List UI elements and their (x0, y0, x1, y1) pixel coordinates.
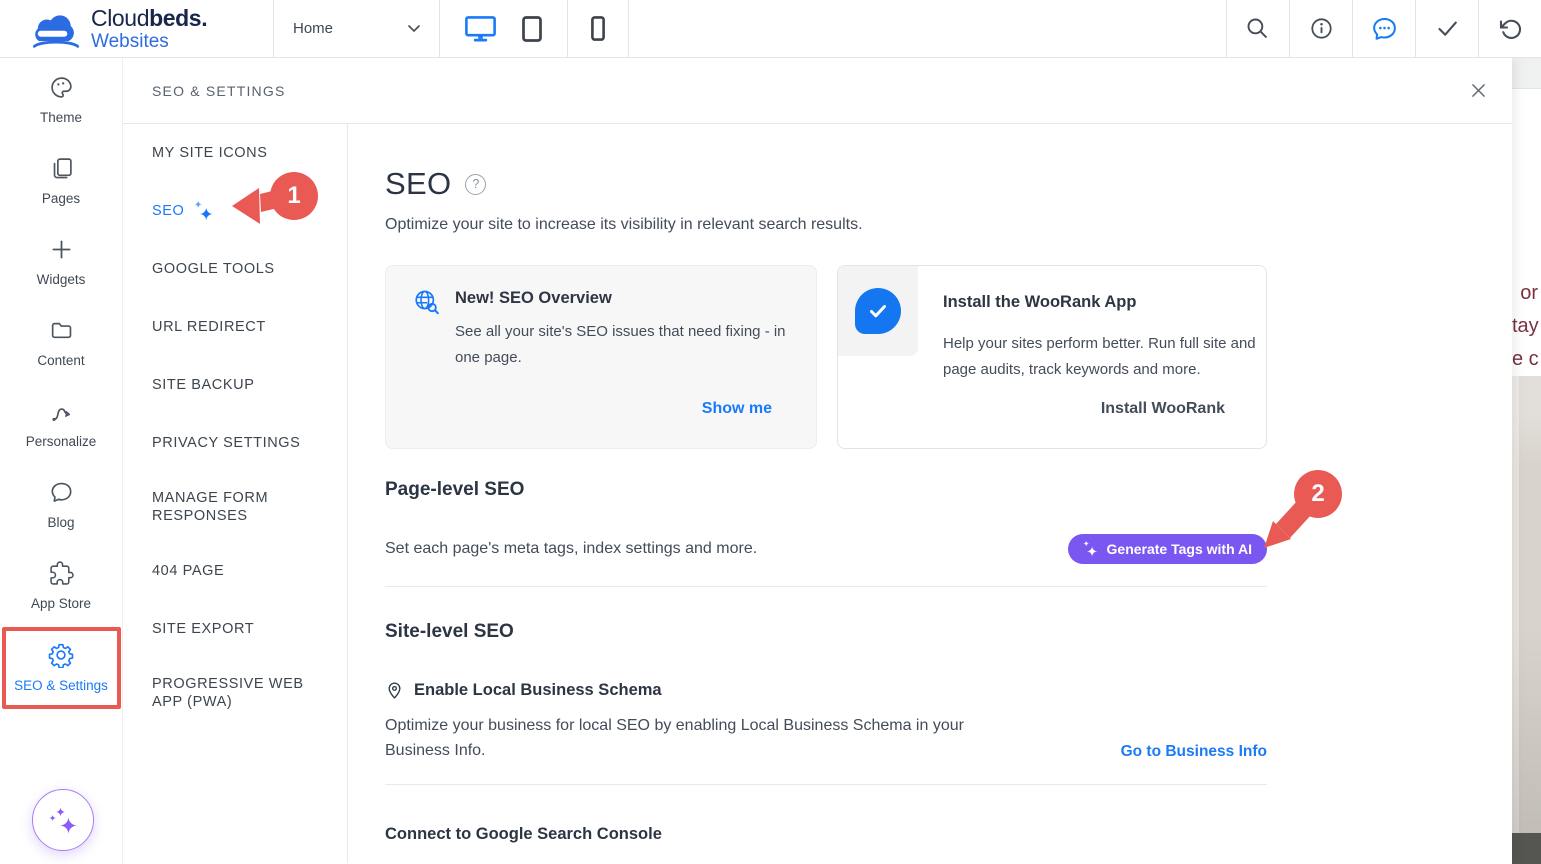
sparkles-icon (48, 805, 78, 835)
ai-assistant-button[interactable] (32, 789, 94, 851)
preview-text-fragment: tay (1512, 310, 1541, 343)
app-root: Cloudbeds. Websites Home (0, 0, 1541, 864)
sidebar-item-seo-settings[interactable]: SEO & Settings (0, 641, 122, 722)
personalize-path-icon (49, 399, 74, 424)
sidebar-item-blog[interactable]: Blog (0, 479, 122, 560)
sidebar-item-app-store[interactable]: App Store (0, 560, 122, 641)
page-subtitle: Optimize your site to increase its visib… (385, 216, 1267, 234)
google-search-console-title: Connect to Google Search Console (385, 825, 1267, 844)
theme-palette-icon (49, 75, 74, 100)
nav-item-404-page[interactable]: 404 PAGE (123, 542, 347, 600)
panel-header: SEO & SETTINGS (123, 58, 1512, 124)
go-to-business-info-link[interactable]: Go to Business Info (1121, 743, 1267, 763)
preview-footer-band (1512, 833, 1541, 864)
info-button[interactable] (1289, 0, 1352, 57)
brand-product: Websites (91, 32, 207, 51)
site-level-seo-title: Site-level SEO (385, 621, 1267, 643)
preview-text-fragment: or (1512, 277, 1541, 310)
woorank-card: Install the WooRank App Help your sites … (837, 265, 1267, 449)
undo-icon (1498, 17, 1522, 41)
app-store-puzzle-icon (49, 561, 74, 586)
show-me-link[interactable]: Show me (702, 400, 772, 418)
blog-bubble-icon (49, 480, 74, 505)
info-icon (1310, 17, 1333, 40)
cloudbeds-cloud-icon (30, 9, 82, 49)
panel-title: SEO & SETTINGS (152, 83, 286, 99)
nav-item-my-site-icons[interactable]: MY SITE ICONS (123, 124, 347, 182)
preview-text-fragment: e c (1512, 343, 1541, 376)
feedback-chat-button[interactable] (1352, 0, 1415, 57)
nav-item-google-tools[interactable]: GOOGLE TOOLS (123, 240, 347, 298)
close-icon (1471, 83, 1486, 98)
page-selector-dropdown[interactable]: Home (274, 0, 440, 57)
gear-icon (48, 642, 74, 668)
save-confirm-button[interactable] (1415, 0, 1478, 57)
divider (385, 784, 1267, 785)
divider (385, 586, 1267, 587)
site-preview-navbar (1512, 58, 1541, 89)
brand-name: Cloudbeds. (91, 7, 207, 30)
nav-item-url-redirect[interactable]: URL REDIRECT (123, 298, 347, 356)
location-pin-icon (385, 681, 404, 700)
check-icon (1436, 17, 1459, 40)
desktop-icon (465, 16, 496, 42)
local-business-schema-description: Optimize your business for local SEO by … (385, 713, 997, 763)
woorank-logo-icon (855, 288, 901, 334)
undo-button[interactable] (1478, 0, 1541, 57)
woorank-logo-tile (838, 266, 918, 356)
editor-sidebar: Theme Pages Widgets Content (0, 58, 123, 864)
tablet-preview-button[interactable] (522, 16, 542, 42)
page-title: SEO (385, 166, 451, 202)
annotation-step-1: 1 (270, 172, 318, 220)
page-level-seo-description: Set each page's meta tags, index setting… (385, 540, 757, 558)
nav-item-manage-form-responses[interactable]: MANAGE FORM RESPONSES (123, 472, 347, 542)
mobile-icon (591, 16, 605, 41)
mobile-preview-button[interactable] (591, 16, 605, 41)
annotation-step-2: 2 (1294, 470, 1342, 518)
card-body: Help your sites perform better. Run full… (943, 331, 1277, 383)
seo-overview-card: New! SEO Overview See all your site's SE… (385, 265, 817, 449)
card-title: Install the WooRank App (943, 293, 1136, 312)
tablet-icon (522, 16, 542, 42)
install-woorank-button[interactable]: Install WooRank (1101, 400, 1225, 418)
desktop-preview-button[interactable] (465, 16, 496, 42)
chevron-down-icon (408, 25, 420, 33)
cloudbeds-logo: Cloudbeds. Websites (0, 0, 274, 57)
sidebar-item-content[interactable]: Content (0, 317, 122, 398)
topbar: Cloudbeds. Websites Home (0, 0, 1541, 58)
page-level-seo-title: Page-level SEO (385, 479, 1267, 501)
generate-tags-ai-button[interactable]: Generate Tags with AI (1068, 534, 1267, 564)
local-business-schema-title: Enable Local Business Schema (414, 681, 662, 700)
chat-bubble-icon (1372, 17, 1397, 41)
device-preview-group (440, 0, 568, 57)
sidebar-item-widgets[interactable]: Widgets (0, 236, 122, 317)
sidebar-item-theme[interactable]: Theme (0, 74, 122, 155)
nav-item-privacy-settings[interactable]: PRIVACY SETTINGS (123, 414, 347, 472)
help-icon[interactable]: ? (465, 174, 486, 195)
site-preview-background: or tay e c (1512, 58, 1541, 864)
preview-photo (1512, 376, 1541, 833)
card-body: See all your site's SEO issues that need… (455, 319, 807, 371)
search-button[interactable] (1226, 0, 1289, 57)
seo-settings-panel: SEO & SETTINGS MY SITE ICONS SEO GOOGLE … (123, 58, 1512, 864)
close-panel-button[interactable] (1466, 78, 1491, 103)
widgets-plus-icon (49, 237, 74, 262)
nav-item-site-export[interactable]: SITE EXPORT (123, 600, 347, 658)
search-icon (1246, 17, 1270, 41)
pages-icon (49, 156, 74, 181)
ai-sparkle-icon (194, 201, 214, 221)
settings-nav: MY SITE ICONS SEO GOOGLE TOOLS URL REDIR… (123, 124, 348, 863)
nav-item-site-backup[interactable]: SITE BACKUP (123, 356, 347, 414)
page-selector-value: Home (293, 20, 333, 37)
nav-item-pwa[interactable]: PROGRESSIVE WEB APP (PWA) (123, 658, 347, 728)
content-folder-icon (49, 318, 74, 343)
card-title: New! SEO Overview (455, 289, 807, 308)
sparkle-icon (1083, 541, 1099, 557)
globe-search-icon (413, 289, 440, 448)
sidebar-item-personalize[interactable]: Personalize (0, 398, 122, 479)
sidebar-item-pages[interactable]: Pages (0, 155, 122, 236)
mobile-preview-cell (568, 0, 629, 57)
